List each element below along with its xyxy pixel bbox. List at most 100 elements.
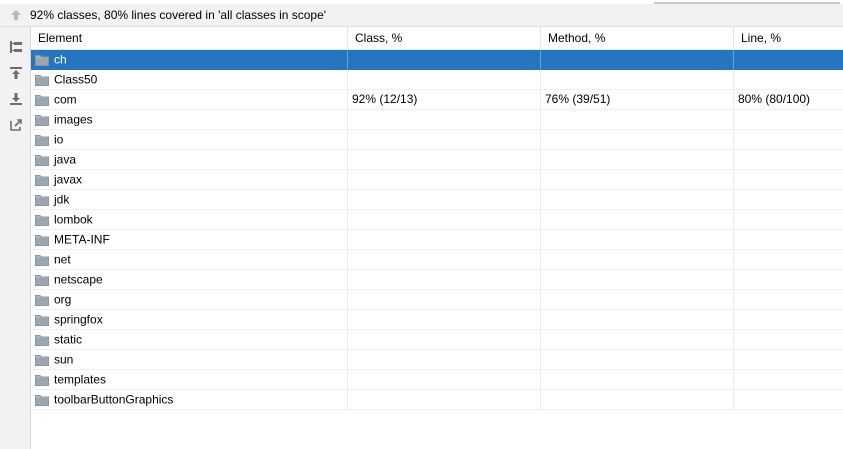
table-row[interactable]: org: [31, 290, 843, 310]
table-row[interactable]: static: [31, 330, 843, 350]
cell-line-coverage: 80% (80/100): [738, 92, 811, 106]
table-row[interactable]: toolbarButtonGraphics: [31, 390, 843, 410]
folder-icon: [35, 373, 49, 386]
folder-icon: [35, 293, 49, 306]
coverage-toolbar: [0, 27, 31, 449]
package-name: lombok: [54, 212, 93, 227]
cell-element: templates: [31, 370, 348, 390]
flatten-packages-icon[interactable]: [8, 39, 24, 55]
cell-method-coverage: [541, 210, 734, 230]
cell-class-coverage: [348, 370, 541, 390]
cell-class-coverage: [348, 170, 541, 190]
package-name: static: [54, 332, 83, 347]
export-icon[interactable]: [8, 91, 24, 107]
table-row[interactable]: META-INF: [31, 230, 843, 250]
package-name: images: [54, 112, 93, 127]
table-row[interactable]: java: [31, 150, 843, 170]
folder-icon: [35, 253, 49, 266]
folder-icon: [35, 113, 49, 126]
cell-method-coverage: [541, 290, 734, 310]
folder-icon: [35, 193, 49, 206]
cell-line-coverage: [734, 310, 843, 330]
cell-line-coverage: [734, 330, 843, 350]
cell-class-coverage: [348, 70, 541, 90]
table-row[interactable]: templates: [31, 370, 843, 390]
package-name: templates: [54, 372, 107, 387]
package-name: netscape: [54, 272, 103, 287]
table-row[interactable]: ch: [31, 50, 843, 70]
table-row[interactable]: javax: [31, 170, 843, 190]
open-external-icon[interactable]: [8, 117, 24, 133]
cell-method-coverage: [541, 250, 734, 270]
package-name: toolbarButtonGraphics: [54, 392, 174, 407]
cell-method-coverage: [541, 150, 734, 170]
import-icon[interactable]: [8, 65, 24, 81]
column-header-method[interactable]: Method, %: [541, 27, 734, 49]
cell-line-coverage: [734, 370, 843, 390]
folder-icon: [35, 133, 49, 146]
cell-method-coverage: [541, 390, 734, 410]
table-row[interactable]: jdk: [31, 190, 843, 210]
cell-line-coverage: [734, 190, 843, 210]
cell-element: springfox: [31, 310, 348, 330]
table-row[interactable]: Class50: [31, 70, 843, 90]
cell-line-coverage: [734, 150, 843, 170]
cell-method-coverage: [541, 170, 734, 190]
cell-class-coverage: [348, 270, 541, 290]
cell-element: io: [31, 130, 348, 150]
cell-element: lombok: [31, 210, 348, 230]
table-row[interactable]: sun: [31, 350, 843, 370]
cell-line-coverage: [734, 390, 843, 410]
column-header-class[interactable]: Class, %: [348, 27, 541, 49]
package-name: Class50: [54, 72, 98, 87]
cell-class-coverage: [348, 290, 541, 310]
cell-line-coverage: [734, 250, 843, 270]
table-row[interactable]: netscape: [31, 270, 843, 290]
cell-method-coverage: [541, 350, 734, 370]
table-row[interactable]: lombok: [31, 210, 843, 230]
cell-element: static: [31, 330, 348, 350]
folder-icon: [35, 213, 49, 226]
package-name: java: [54, 152, 77, 167]
column-header-element[interactable]: Element: [31, 27, 348, 49]
cell-class-coverage: [348, 190, 541, 210]
table-row[interactable]: com 92% (12/13) 76% (39/51) 80% (80/100): [31, 90, 843, 110]
table-row[interactable]: net: [31, 250, 843, 270]
cell-method-coverage: [541, 130, 734, 150]
cell-method-coverage: [541, 50, 734, 70]
folder-icon: [35, 93, 49, 106]
cell-class-coverage: [348, 250, 541, 270]
package-name: com: [54, 92, 77, 107]
cell-element: javax: [31, 170, 348, 190]
cell-element: com: [31, 90, 348, 110]
cell-method-coverage: 76% (39/51): [541, 90, 734, 110]
column-header-line[interactable]: Line, %: [734, 27, 843, 49]
folder-icon: [35, 313, 49, 326]
cell-method-coverage: [541, 370, 734, 390]
cell-element: org: [31, 290, 348, 310]
cell-element: ch: [31, 50, 348, 70]
table-row[interactable]: images: [31, 110, 843, 130]
cell-line-coverage: [734, 350, 843, 370]
table-row[interactable]: io: [31, 130, 843, 150]
cell-line-coverage: [734, 110, 843, 130]
up-arrow-icon[interactable]: [9, 8, 23, 22]
cell-method-coverage: [541, 310, 734, 330]
package-name: javax: [54, 172, 83, 187]
cell-element: net: [31, 250, 348, 270]
cell-line-coverage: [734, 130, 843, 150]
cell-class-coverage: [348, 210, 541, 230]
cell-line-coverage: [734, 210, 843, 230]
package-name: META-INF: [54, 232, 110, 247]
cell-line-coverage: [734, 70, 843, 90]
package-name: springfox: [54, 312, 103, 327]
cell-class-coverage: [348, 330, 541, 350]
cell-method-coverage: [541, 190, 734, 210]
cell-class-coverage: [348, 390, 541, 410]
package-name: jdk: [54, 192, 70, 207]
package-name: sun: [54, 352, 74, 367]
cell-line-coverage: [734, 270, 843, 290]
cell-element: netscape: [31, 270, 348, 290]
cell-class-coverage: [348, 130, 541, 150]
table-row[interactable]: springfox: [31, 310, 843, 330]
